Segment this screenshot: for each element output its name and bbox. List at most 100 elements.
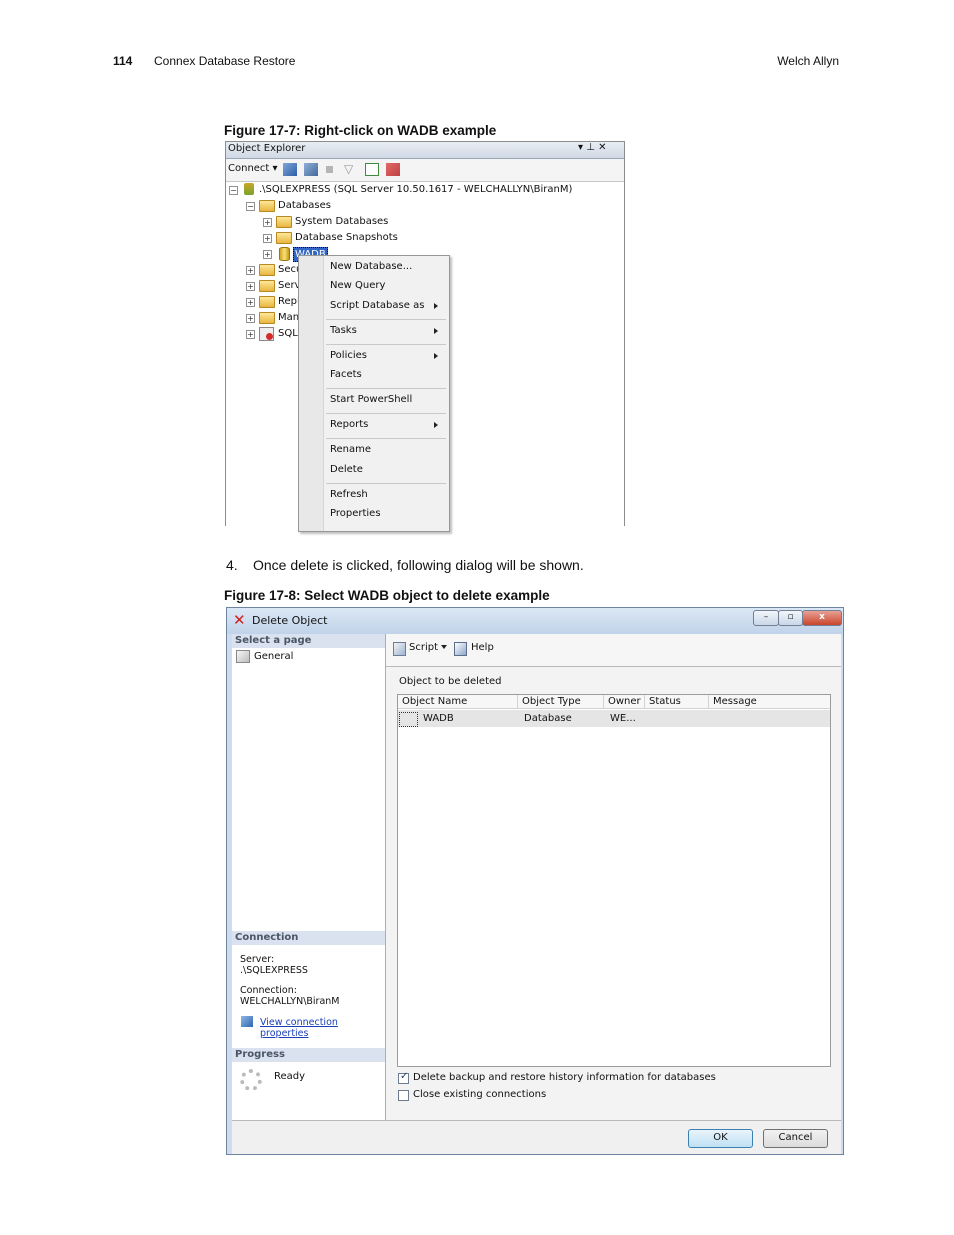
- column-object-type[interactable]: Object Type: [518, 695, 604, 709]
- database-icon: [279, 247, 290, 261]
- delete-history-label[interactable]: Delete backup and restore history inform…: [413, 1072, 716, 1083]
- ok-button[interactable]: OK: [688, 1129, 753, 1148]
- connect-object-explorer-icon[interactable]: [283, 163, 297, 176]
- dialog-titlebar: ✕ Delete Object – ▫ x: [227, 608, 843, 634]
- connection-properties-icon: [241, 1016, 253, 1027]
- context-menu: New Database... New Query Script Databas…: [298, 255, 450, 532]
- folder-icon: [276, 232, 292, 244]
- row-selector-icon: [399, 712, 418, 727]
- server-value: .\SQLEXPRESS: [240, 965, 308, 976]
- document-title: Connex Database Restore: [154, 54, 296, 68]
- row-owner: WE...: [610, 713, 636, 724]
- progress-status: Ready: [274, 1071, 306, 1082]
- menu-item-script-database-as[interactable]: Script Database as: [330, 298, 424, 314]
- tree-server-node[interactable]: − .\SQLEXPRESS (SQL Server 10.50.1617 - …: [226, 182, 622, 197]
- server-label: .\SQLEXPRESS (SQL Server 10.50.1617 - WE…: [259, 184, 573, 195]
- collapse-icon[interactable]: −: [246, 202, 255, 211]
- column-message[interactable]: Message: [709, 695, 830, 709]
- step-text: Once delete is clicked, following dialog…: [253, 557, 584, 573]
- expand-icon[interactable]: +: [263, 250, 272, 259]
- step-number: 4.: [226, 557, 238, 573]
- script-button[interactable]: Script: [409, 642, 438, 653]
- submenu-arrow-icon: [434, 422, 438, 428]
- submenu-arrow-icon: [434, 353, 438, 359]
- connection-value: WELCHALLYN\BiranM: [240, 996, 340, 1007]
- system-databases-label: System Databases: [295, 216, 389, 227]
- menu-item-rename[interactable]: Rename: [330, 442, 371, 458]
- row-object-type: Database: [524, 713, 572, 724]
- column-object-name[interactable]: Object Name: [398, 695, 518, 709]
- filter-icon[interactable]: ▽: [344, 162, 353, 176]
- object-explorer-title: Object Explorer: [228, 143, 306, 154]
- menu-item-new-query[interactable]: New Query: [330, 278, 385, 294]
- menu-item-refresh[interactable]: Refresh: [330, 487, 368, 503]
- expand-icon[interactable]: +: [246, 298, 255, 307]
- sql-agent-label: SQL: [278, 328, 298, 339]
- close-connections-label[interactable]: Close existing connections: [413, 1089, 546, 1100]
- panel-controls-icon[interactable]: ▾ ⊥ ✕: [578, 142, 606, 153]
- table-row[interactable]: WADB Database WE...: [398, 710, 830, 727]
- column-status[interactable]: Status: [645, 695, 709, 709]
- progress-spinner-icon: [240, 1069, 262, 1091]
- menu-item-tasks[interactable]: Tasks: [330, 323, 357, 339]
- server-label: Server:: [240, 954, 275, 965]
- progress-header: Progress: [232, 1048, 385, 1062]
- expand-icon[interactable]: +: [263, 234, 272, 243]
- expand-icon[interactable]: +: [246, 282, 255, 291]
- script-dropdown-icon[interactable]: [441, 645, 447, 649]
- expand-icon[interactable]: +: [246, 266, 255, 275]
- database-snapshots-label: Database Snapshots: [295, 232, 398, 243]
- menu-item-facets[interactable]: Facets: [330, 367, 362, 383]
- close-connections-checkbox[interactable]: [398, 1090, 409, 1101]
- help-button[interactable]: Help: [471, 642, 494, 653]
- collapse-icon[interactable]: −: [229, 186, 238, 195]
- expand-icon[interactable]: +: [246, 314, 255, 323]
- menu-item-policies[interactable]: Policies: [330, 348, 367, 364]
- expand-icon[interactable]: +: [246, 330, 255, 339]
- folder-icon: [259, 280, 275, 292]
- close-button[interactable]: x: [802, 610, 842, 626]
- row-object-name: WADB: [423, 713, 454, 724]
- menu-separator: [326, 319, 446, 320]
- menu-separator: [326, 413, 446, 414]
- script-icon: [393, 642, 406, 656]
- page-number: 114: [113, 54, 133, 68]
- connect-button[interactable]: Connect ▾: [228, 163, 278, 174]
- objects-grid: Object Name Object Type Owner Status Mes…: [397, 694, 831, 1067]
- minimize-button[interactable]: –: [753, 610, 779, 626]
- left-pane: Select a page General Connection Server:…: [232, 634, 386, 1120]
- folder-icon: [259, 264, 275, 276]
- dialog-toolbar: Script Help: [386, 634, 841, 667]
- maximize-button[interactable]: ▫: [778, 610, 803, 626]
- cancel-button[interactable]: Cancel: [763, 1129, 828, 1148]
- figure-17-8-caption: Figure 17-8: Select WADB object to delet…: [224, 588, 550, 603]
- submenu-arrow-icon: [434, 303, 438, 309]
- replication-label: Repl: [278, 296, 300, 307]
- general-page-item[interactable]: General: [254, 651, 293, 662]
- right-pane: Script Help Object to be deleted Object …: [386, 634, 841, 1120]
- delete-x-icon: ✕: [233, 611, 246, 629]
- select-page-header: Select a page: [232, 634, 385, 648]
- menu-separator: [326, 438, 446, 439]
- connection-header: Connection: [232, 931, 385, 945]
- brand-name: Welch Allyn: [777, 54, 839, 68]
- menu-item-reports[interactable]: Reports: [330, 417, 368, 433]
- delete-history-checkbox[interactable]: ✓: [398, 1071, 409, 1084]
- refresh-icon[interactable]: [365, 163, 379, 176]
- summary-icon[interactable]: [386, 163, 400, 176]
- disconnect-icon[interactable]: [304, 163, 318, 176]
- column-owner[interactable]: Owner: [604, 695, 645, 709]
- view-connection-properties-link[interactable]: View connection properties: [260, 1017, 385, 1039]
- folder-icon: [259, 296, 275, 308]
- menu-item-properties[interactable]: Properties: [330, 506, 381, 522]
- menu-item-start-powershell[interactable]: Start PowerShell: [330, 392, 412, 408]
- step-4: 4. Once delete is clicked, following dial…: [226, 557, 584, 573]
- expand-icon[interactable]: +: [263, 218, 272, 227]
- menu-item-delete[interactable]: Delete: [330, 462, 363, 478]
- figure-17-7-caption: Figure 17-7: Right-click on WADB example: [224, 123, 497, 138]
- menu-item-new-database[interactable]: New Database...: [330, 259, 412, 275]
- stop-icon[interactable]: [326, 166, 333, 173]
- connection-label: Connection:: [240, 985, 297, 996]
- general-page-icon: [236, 650, 250, 663]
- sql-agent-icon: [259, 327, 274, 341]
